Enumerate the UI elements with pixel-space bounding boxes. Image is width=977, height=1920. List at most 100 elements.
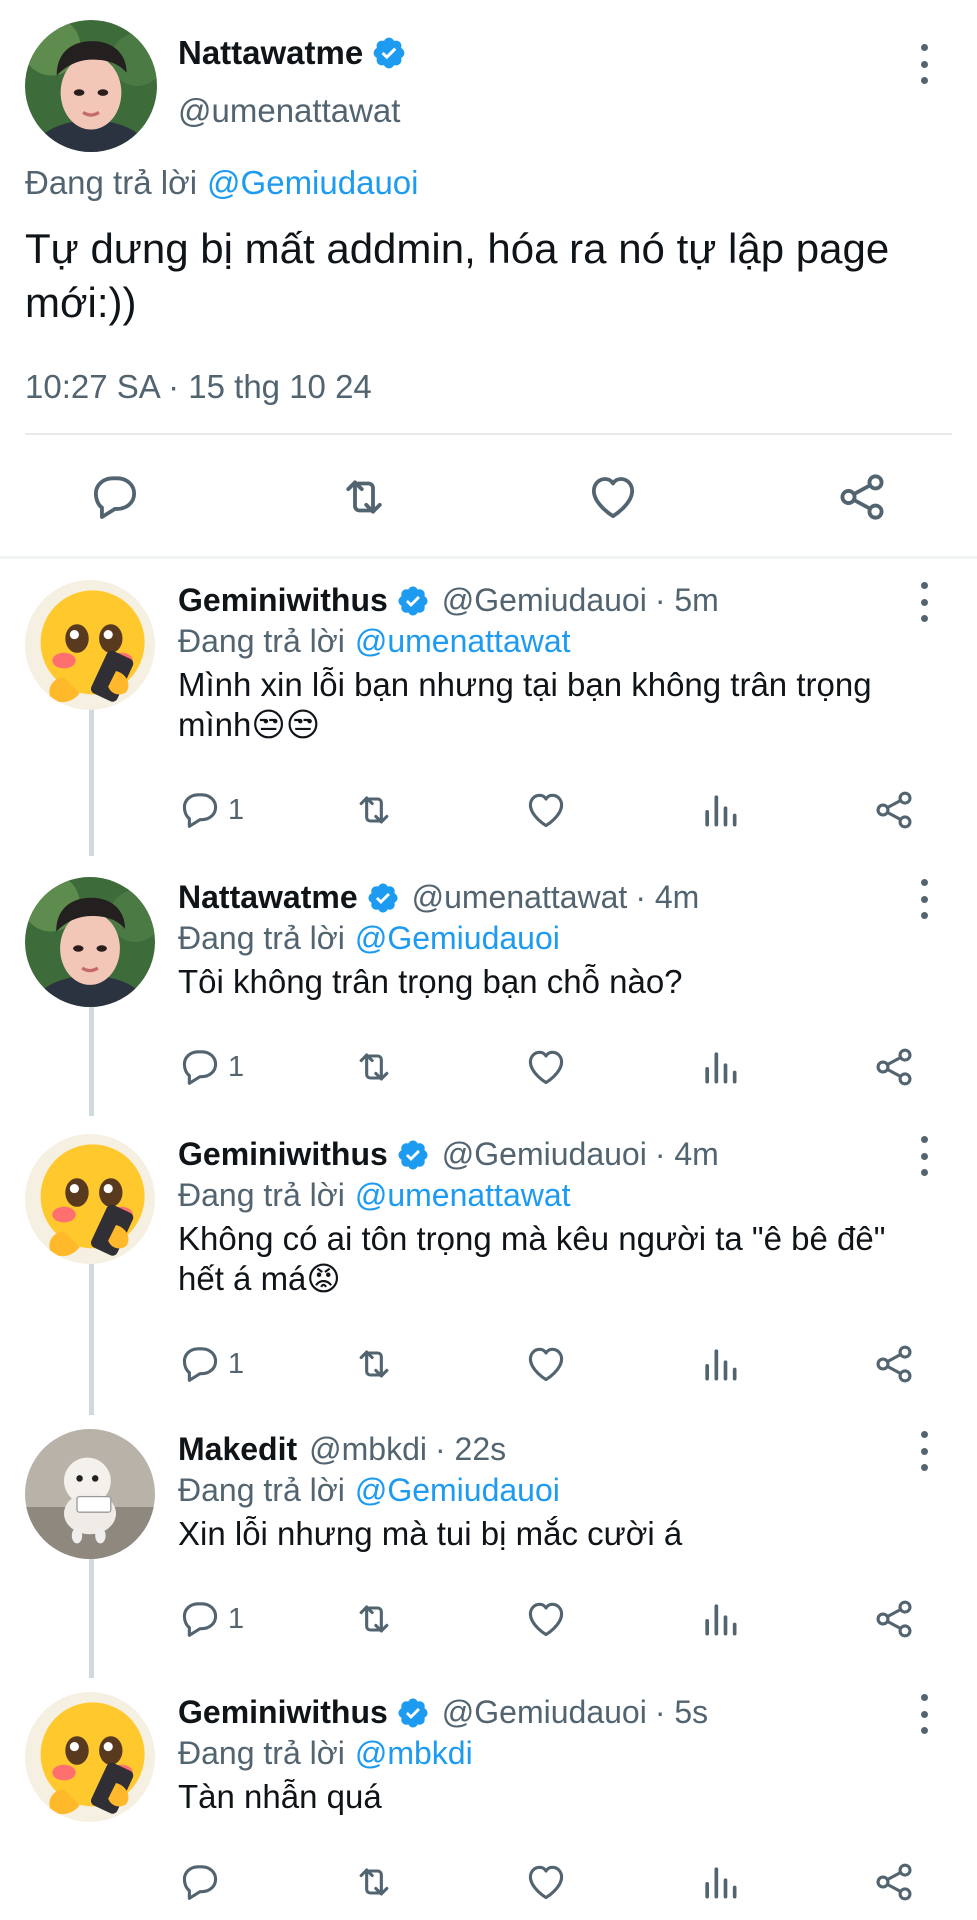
retweet-button[interactable] [350,1597,398,1641]
views-button[interactable] [698,1597,742,1641]
share-button[interactable] [835,470,889,524]
author-handle[interactable]: @umenattawat [178,92,400,130]
views-button[interactable] [698,788,742,832]
avatar[interactable] [25,1429,155,1559]
tweet-text-line: mới:)) [25,279,137,326]
reply-text: Tàn nhẫn quá [178,1777,382,1817]
crying-emoji-avatar [25,1692,155,1822]
avatar[interactable] [25,580,155,710]
like-button[interactable] [524,788,568,832]
author-name[interactable]: Nattawatme [178,34,363,72]
views-icon [698,1045,742,1089]
share-icon [872,788,916,832]
reply-button[interactable] [178,1860,228,1904]
replying-prefix: Đang trả lời [178,1472,345,1508]
replying-prefix: Đang trả lời [178,623,345,659]
reply-text: Tôi không trân trọng bạn chỗ nào? [178,962,683,1002]
verified-badge-icon [396,584,430,618]
share-button[interactable] [872,1860,916,1904]
retweet-button[interactable] [350,1342,398,1386]
author-handle[interactable]: @Gemiudauoi [442,582,647,619]
more-options-icon[interactable] [914,582,934,622]
reply-text-line: Mình xin lỗi bạn nhưng tại bạn không trâ… [178,666,872,703]
divider [25,433,952,435]
reply-button[interactable]: 1 [178,1597,244,1641]
verified-badge-icon [396,1138,430,1172]
avatar[interactable] [25,1692,155,1822]
replying-to-link[interactable]: @umenattawat [355,623,571,660]
section-divider [0,556,977,559]
more-options-icon[interactable] [914,44,934,84]
views-icon [698,788,742,832]
share-button[interactable] [872,1342,916,1386]
author-name[interactable]: Geminiwithus [178,582,388,619]
reply-button[interactable]: 1 [178,788,244,832]
retweet-icon [350,1860,398,1904]
reply-time[interactable]: · 22s [435,1431,506,1468]
reply-count: 1 [228,793,245,826]
retweet-button[interactable] [350,788,398,832]
reply-time[interactable]: · 5m [655,582,719,619]
replying-prefix: Đang trả lời [25,164,198,201]
author-name[interactable]: Geminiwithus [178,1136,388,1173]
verified-badge-icon [396,1696,430,1730]
reply-button[interactable] [88,470,142,524]
share-button[interactable] [872,1597,916,1641]
share-button[interactable] [872,788,916,832]
replying-to-link[interactable]: @Gemiudauoi [355,1472,560,1509]
retweet-icon [350,788,398,832]
thread-connector-line [89,1257,94,1415]
user-photo-icon [25,877,155,1007]
more-options-icon[interactable] [914,1694,934,1734]
author-handle[interactable]: @Gemiudauoi [442,1136,647,1173]
avatar[interactable] [25,20,157,152]
reply-text: Không có ai tôn trọng mà kêu người ta "ê… [178,1219,885,1299]
avatar[interactable] [25,877,155,1007]
more-options-icon[interactable] [914,879,934,919]
like-button[interactable] [524,1860,568,1904]
reply-button[interactable]: 1 [178,1342,244,1386]
retweet-button[interactable] [350,1045,398,1089]
reply-icon [178,788,222,832]
views-button[interactable] [698,1342,742,1386]
views-button[interactable] [698,1860,742,1904]
retweet-button[interactable] [350,1860,398,1904]
thread-connector-line [89,708,94,856]
replying-to-link[interactable]: @Gemiudauoi [207,164,418,202]
reply-time[interactable]: · 5s [655,1694,708,1731]
replying-to-link[interactable]: @umenattawat [355,1177,571,1214]
puppy-photo-icon [25,1429,155,1559]
user-photo-icon [25,20,157,152]
tweet-text: Tự dưng bị mất addmin, hóa ra nó tự lập … [25,222,889,330]
author-handle[interactable]: @Gemiudauoi [442,1694,647,1731]
share-icon [872,1597,916,1641]
share-button[interactable] [872,1045,916,1089]
author-name[interactable]: Makedit [178,1431,297,1468]
thread-connector-line [89,1003,94,1116]
author-name[interactable]: Geminiwithus [178,1694,388,1731]
views-button[interactable] [698,1045,742,1089]
author-name[interactable]: Nattawatme [178,879,358,916]
like-button[interactable] [524,1597,568,1641]
author-handle[interactable]: @umenattawat [412,879,628,916]
replying-to-link[interactable]: @Gemiudauoi [355,920,560,957]
like-button[interactable] [524,1342,568,1386]
replying-to-link[interactable]: @mbkdi [355,1735,473,1772]
like-button[interactable] [586,470,640,524]
author-handle[interactable]: @mbkdi [309,1431,427,1468]
retweet-button[interactable] [335,470,393,524]
like-button[interactable] [524,1045,568,1089]
avatar[interactable] [25,1134,155,1264]
share-icon [872,1342,916,1386]
share-icon [872,1045,916,1089]
reply-time[interactable]: · 4m [655,1136,719,1173]
more-options-icon[interactable] [914,1136,934,1176]
reply-time[interactable]: · 4m [635,879,699,916]
tweet-timestamp[interactable]: 10:27 SA · 15 thg 10 24 [25,368,372,406]
crying-emoji-avatar [25,580,155,710]
retweet-icon [350,1597,398,1641]
reply-icon [178,1342,222,1386]
more-options-icon[interactable] [914,1431,934,1471]
reply-button[interactable]: 1 [178,1045,244,1089]
reply-text-line: Tàn nhẫn quá [178,1778,382,1815]
